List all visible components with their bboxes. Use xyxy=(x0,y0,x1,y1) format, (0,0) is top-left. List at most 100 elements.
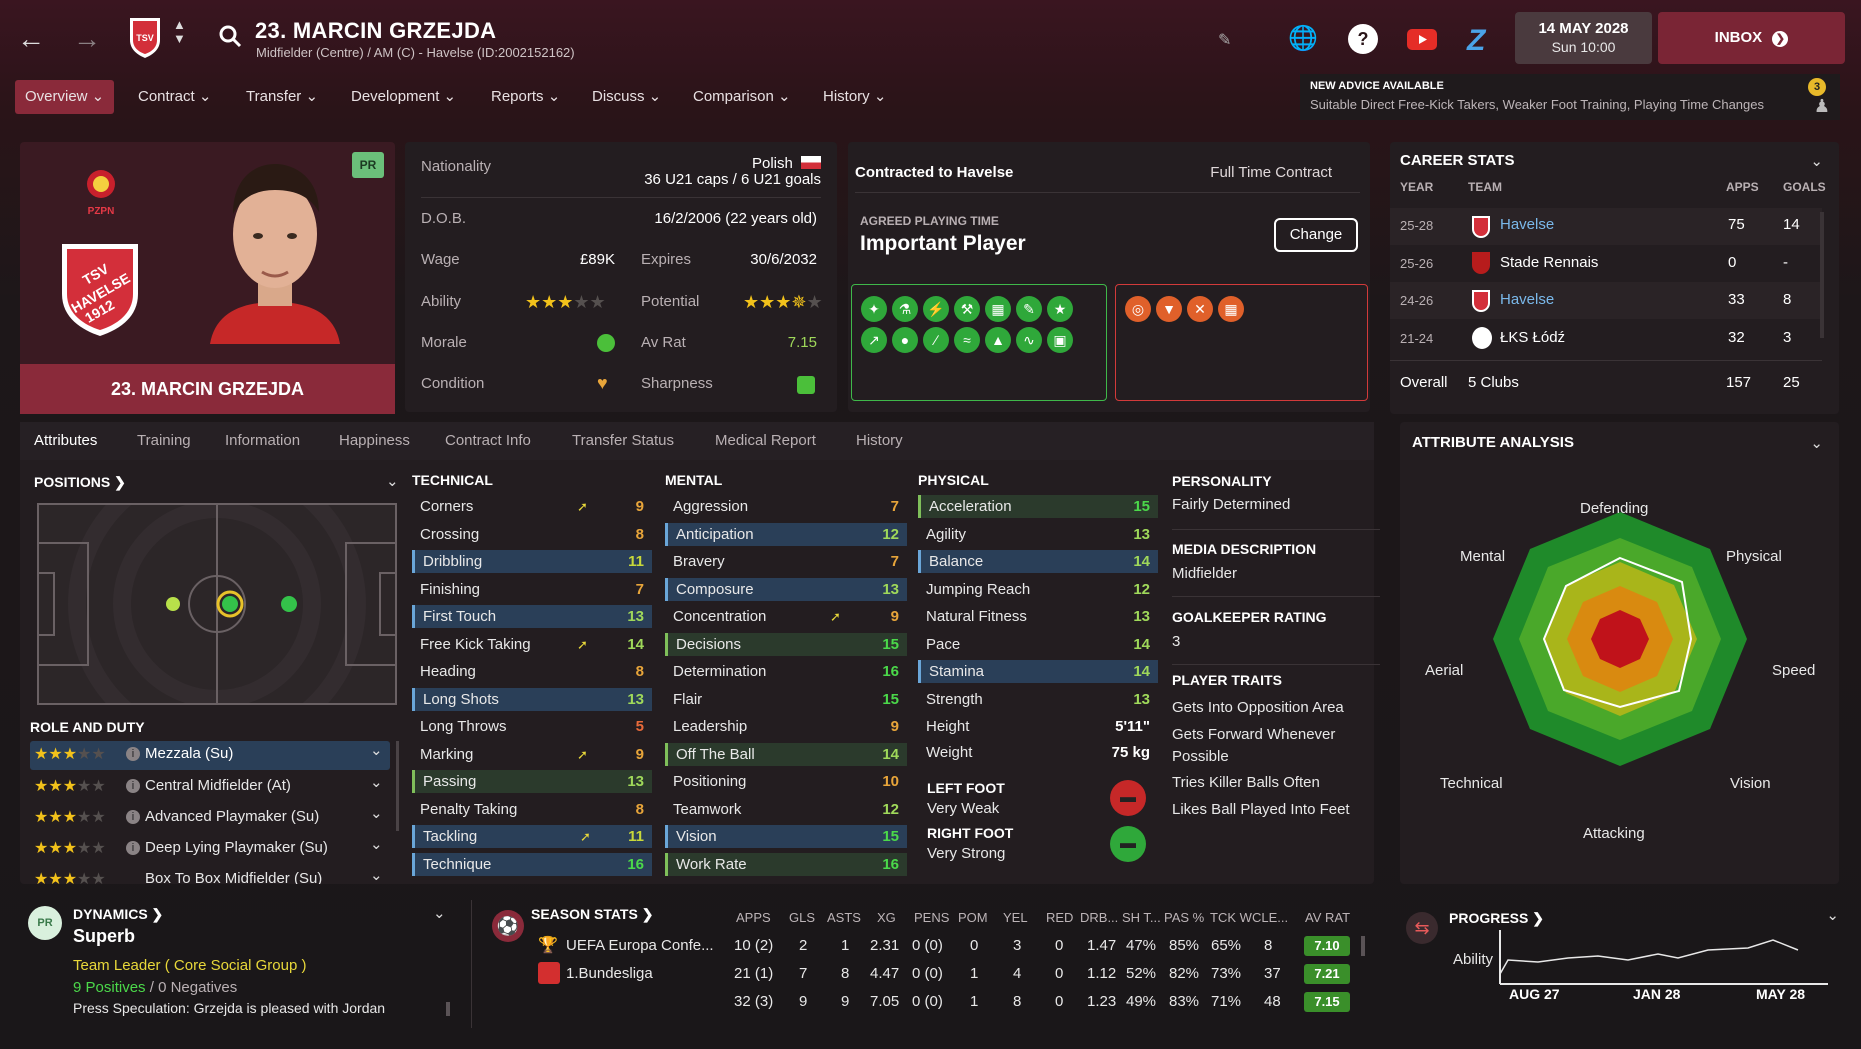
role-row-partial[interactable]: ★★★★★ Box To Box Midfielder (Su) ⌄ xyxy=(30,866,390,884)
globe-icon[interactable]: 🌐 xyxy=(1288,24,1318,54)
col-sht[interactable]: SH T... xyxy=(1122,910,1161,925)
attr-work-rate[interactable]: Work Rate 16 xyxy=(665,853,907,876)
col-avrat[interactable]: AV RAT xyxy=(1305,910,1350,925)
attr-balance[interactable]: Balance 14 xyxy=(918,550,1158,573)
edit-pencil-icon[interactable]: ✎ xyxy=(1218,30,1231,50)
attr-jumping-reach[interactable]: Jumping Reach 12 xyxy=(918,578,1158,601)
weakness-icon-4[interactable]: ▦ xyxy=(1218,296,1244,322)
attr-bravery[interactable]: Bravery 7 xyxy=(665,550,907,573)
chevron-down-icon[interactable]: ⌄ xyxy=(370,773,383,791)
strength-wrench-icon[interactable]: ⚒ xyxy=(954,296,980,322)
scrollbar[interactable] xyxy=(1820,212,1824,338)
col-asts[interactable]: ASTS xyxy=(827,910,861,925)
row-team-link[interactable]: Havelse xyxy=(1500,291,1554,308)
scrollbar[interactable] xyxy=(396,741,399,831)
info-icon[interactable]: i xyxy=(126,841,140,855)
menu-overview[interactable]: Overview ⌄ xyxy=(15,80,115,114)
tab-information[interactable]: Information xyxy=(225,432,300,449)
col-xg[interactable]: XG xyxy=(877,910,896,925)
attr-decisions[interactable]: Decisions 15 xyxy=(665,633,907,656)
role-name[interactable]: Deep Lying Playmaker (Su) xyxy=(145,839,328,856)
menu-comparison[interactable]: Comparison ⌄ xyxy=(683,80,801,114)
col-cle[interactable]: CLE... xyxy=(1252,910,1288,925)
menu-development[interactable]: Development ⌄ xyxy=(341,80,466,114)
player-switch-chevrons-icon[interactable]: ▲ ▼ xyxy=(173,18,186,46)
advice-banner[interactable]: NEW ADVICE AVAILABLE Suitable Direct Fre… xyxy=(1300,74,1840,120)
club-crest-icon[interactable]: TSV xyxy=(128,16,162,58)
z-app-icon[interactable]: Z xyxy=(1467,24,1485,58)
attr-marking[interactable]: Marking ➚ 9 xyxy=(412,743,652,766)
chevron-down-icon[interactable]: ⌄ xyxy=(370,741,383,759)
col-pens[interactable]: PENS xyxy=(914,910,949,925)
attr-tackling[interactable]: Tackling ➚ 11 xyxy=(412,825,652,848)
attr-heading[interactable]: Heading 8 xyxy=(412,660,652,683)
date-display[interactable]: 14 MAY 2028 Sun 10:00 xyxy=(1515,12,1652,64)
col-pas[interactable]: PAS % xyxy=(1164,910,1204,925)
strength-icon-14[interactable]: ▣ xyxy=(1047,327,1073,353)
strength-icon-2[interactable]: ⚗ xyxy=(892,296,918,322)
strength-icon-6[interactable]: ✎ xyxy=(1016,296,1042,322)
menu-reports[interactable]: Reports ⌄ xyxy=(481,80,570,114)
chevron-down-icon[interactable]: ⌄ xyxy=(370,835,383,853)
attr-leadership[interactable]: Leadership 9 xyxy=(665,715,907,738)
role-name[interactable]: Central Midfielder (At) xyxy=(145,777,291,794)
attr-long-throws[interactable]: Long Throws 5 xyxy=(412,715,652,738)
forward-arrow-icon[interactable]: → xyxy=(70,22,104,56)
search-icon[interactable] xyxy=(218,24,242,54)
chevron-down-icon[interactable]: ⌄ xyxy=(1826,906,1839,924)
attr-aggression[interactable]: Aggression 7 xyxy=(665,495,907,518)
attr-anticipation[interactable]: Anticipation 12 xyxy=(665,523,907,546)
col-apps[interactable]: APPS xyxy=(736,910,771,925)
weakness-target-icon[interactable]: ◎ xyxy=(1125,296,1151,322)
table-row[interactable] xyxy=(1390,282,1822,319)
row-team-link[interactable]: Stade Rennais xyxy=(1500,254,1598,271)
col-red[interactable]: RED xyxy=(1046,910,1073,925)
col-gls[interactable]: GLS xyxy=(789,910,815,925)
attr-off-the-ball[interactable]: Off The Ball 14 xyxy=(665,743,907,766)
attr-determination[interactable]: Determination 16 xyxy=(665,660,907,683)
scrollbar[interactable] xyxy=(1361,936,1365,956)
row-team-link[interactable]: ŁKS Łódź xyxy=(1500,329,1565,346)
col-tckw[interactable]: TCK W xyxy=(1210,910,1252,925)
progress-title[interactable]: PROGRESS ❯ xyxy=(1449,910,1544,927)
col-drb[interactable]: DRB... xyxy=(1080,910,1118,925)
chevron-down-icon[interactable]: ⌄ xyxy=(370,804,383,822)
season-stats-title[interactable]: SEASON STATS ❯ xyxy=(531,906,653,923)
row-team-link[interactable]: Havelse xyxy=(1500,216,1554,233)
strength-wave-icon[interactable]: ∿ xyxy=(1016,327,1042,353)
info-icon[interactable]: i xyxy=(126,747,140,761)
change-button[interactable]: Change xyxy=(1274,218,1358,252)
attr-agility[interactable]: Agility 13 xyxy=(918,523,1158,546)
weakness-foot-icon[interactable]: ▼ xyxy=(1156,296,1182,322)
competition-name[interactable]: UEFA Europa Confe... xyxy=(566,937,714,954)
info-icon[interactable]: i xyxy=(126,810,140,824)
col-pom[interactable]: POM xyxy=(958,910,988,925)
attr-pace[interactable]: Pace 14 xyxy=(918,633,1158,656)
table-row[interactable] xyxy=(1390,208,1822,245)
tab-transfer-status[interactable]: Transfer Status xyxy=(572,432,674,449)
attr-composure[interactable]: Composure 13 xyxy=(665,578,907,601)
role-name[interactable]: Advanced Playmaker (Su) xyxy=(145,808,319,825)
attr-crossing[interactable]: Crossing 8 xyxy=(412,523,652,546)
attr-passing[interactable]: Passing 13 xyxy=(412,770,652,793)
youtube-icon[interactable] xyxy=(1407,29,1437,50)
nationality-block[interactable]: Polish 36 U21 caps / 6 U21 goals xyxy=(644,156,821,188)
back-arrow-icon[interactable]: ← xyxy=(14,22,48,56)
attr-strength[interactable]: Strength 13 xyxy=(918,688,1158,711)
attr-positioning[interactable]: Positioning 10 xyxy=(665,770,907,793)
menu-discuss[interactable]: Discuss ⌄ xyxy=(582,80,671,114)
attr-technique[interactable]: Technique 16 xyxy=(412,853,652,876)
attr-penalty-taking[interactable]: Penalty Taking 8 xyxy=(412,798,652,821)
strength-icon-10[interactable]: ∕ xyxy=(923,327,949,353)
chevron-down-icon[interactable]: ⌄ xyxy=(1810,434,1823,452)
attr-flair[interactable]: Flair 15 xyxy=(665,688,907,711)
tab-contract-info[interactable]: Contract Info xyxy=(445,432,531,449)
strength-icon-9[interactable]: ● xyxy=(892,327,918,353)
inbox-button[interactable]: INBOX ❯ xyxy=(1658,12,1845,64)
attr-teamwork[interactable]: Teamwork 12 xyxy=(665,798,907,821)
attr-finishing[interactable]: Finishing 7 xyxy=(412,578,652,601)
attr-acceleration[interactable]: Acceleration 15 xyxy=(918,495,1158,518)
strength-lightning-icon[interactable]: ⚡ xyxy=(923,296,949,322)
menu-contract[interactable]: Contract ⌄ xyxy=(128,80,221,114)
attr-dribbling[interactable]: Dribbling 11 xyxy=(412,550,652,573)
